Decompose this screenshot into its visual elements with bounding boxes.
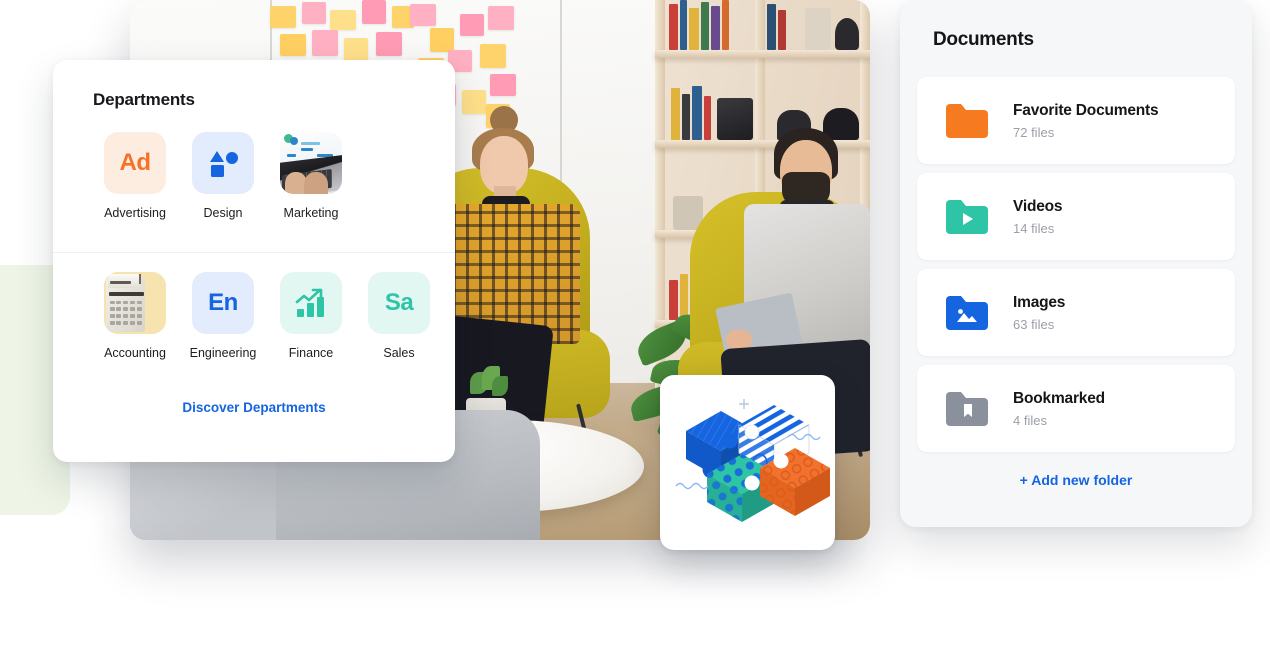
folder-row-images[interactable]: Images 63 files <box>917 269 1235 356</box>
department-item-marketing[interactable]: Marketing <box>267 132 355 220</box>
folder-image-icon-glyph <box>946 295 988 330</box>
departments-title: Departments <box>93 90 195 109</box>
folder-file-count: 63 files <box>1013 316 1055 332</box>
discover-departments-link[interactable]: Discover Departments <box>53 400 455 415</box>
documents-folder-list: Favorite Documents 72 files Videos 14 fi… <box>917 77 1235 452</box>
department-label: Design <box>203 206 243 220</box>
folder-row-videos[interactable]: Videos 14 files <box>917 173 1235 260</box>
department-item-design[interactable]: Design <box>179 132 267 220</box>
screenshot-stage: Departments Ad Advertising Design Market… <box>0 0 1270 651</box>
puzzle-illustration-card <box>660 375 835 550</box>
documents-title: Documents <box>933 29 1034 50</box>
bar-chart-up-icon <box>280 272 342 334</box>
folder-bookmark-icon-glyph <box>946 391 988 426</box>
folder-file-count: 4 files <box>1013 412 1047 428</box>
department-item-advertising[interactable]: Ad Advertising <box>91 132 179 220</box>
folder-name: Videos <box>1013 197 1063 215</box>
departments-divider <box>53 252 455 253</box>
folder-name: Favorite Documents <box>1013 101 1159 119</box>
department-item-accounting[interactable]: Accounting <box>91 272 179 360</box>
add-new-folder-button[interactable]: + Add new folder <box>900 472 1252 488</box>
department-label: Accounting <box>104 346 166 360</box>
folder-play-icon-glyph <box>946 199 988 234</box>
departments-card: Departments Ad Advertising Design Market… <box>53 60 455 462</box>
en-badge-text: En <box>208 289 238 316</box>
shapes-icon <box>192 132 254 194</box>
department-item-engineering[interactable]: En Engineering <box>179 272 267 360</box>
folder-file-count: 14 files <box>1013 220 1055 236</box>
folder-file-count: 72 files <box>1013 124 1055 140</box>
folder-icon-glyph <box>946 103 988 138</box>
department-label: Finance <box>288 346 334 360</box>
department-item-sales[interactable]: Sa Sales <box>355 272 443 360</box>
laptop-photo-icon <box>280 132 342 194</box>
folder-name: Images <box>1013 293 1066 311</box>
folder-text: Videos 14 files <box>1013 197 1063 236</box>
folder-text: Images 63 files <box>1013 294 1065 332</box>
sa-badge-icon: Sa <box>368 272 430 334</box>
folder-name: Bookmarked <box>1013 389 1105 407</box>
departments-row-2: Accounting En Engineering Finance Sa Sal… <box>91 272 443 360</box>
documents-panel: Documents Favorite Documents 72 files Vi… <box>900 0 1252 527</box>
folder-text: Favorite Documents 72 files <box>1013 101 1159 140</box>
department-label: Marketing <box>283 206 339 220</box>
folder-row-bookmarked[interactable]: Bookmarked 4 files <box>917 365 1235 452</box>
bar-chart-up-icon-glyph <box>295 288 324 317</box>
department-item-finance[interactable]: Finance <box>267 272 355 360</box>
calculator-photo-icon <box>104 272 166 334</box>
departments-row-1: Ad Advertising Design Marketing <box>91 132 355 220</box>
en-badge-icon: En <box>192 272 254 334</box>
folder-text: Bookmarked 4 files <box>1013 390 1105 428</box>
sa-badge-text: Sa <box>384 289 414 316</box>
isometric-puzzle-illustration <box>675 399 830 522</box>
ad-badge-text: Ad <box>119 149 152 176</box>
department-label: Advertising <box>104 206 166 220</box>
folder-bookmark-icon <box>946 391 988 426</box>
department-label: Engineering <box>189 346 257 360</box>
ad-badge-icon: Ad <box>104 132 166 194</box>
department-label: Sales <box>383 346 415 360</box>
shapes-icon-glyph <box>210 151 238 177</box>
folder-play-icon <box>946 199 988 234</box>
folder-image-icon <box>946 295 988 330</box>
folder-icon <box>946 103 988 138</box>
folder-row-favorite-documents[interactable]: Favorite Documents 72 files <box>917 77 1235 164</box>
